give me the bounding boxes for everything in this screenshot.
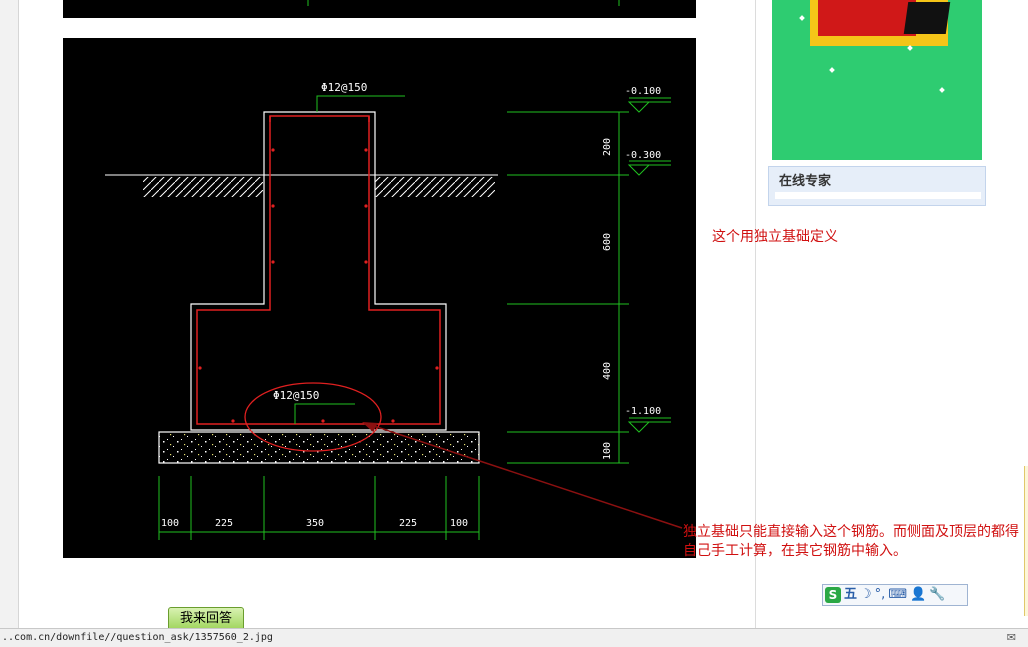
leader-top bbox=[316, 95, 405, 112]
ime-toolbar[interactable]: S 五 ☽ °, ⌨ 👤 🔧 bbox=[822, 584, 968, 606]
foundation-drawing: Φ12@150 Φ12@150 200 600 400 100 -0.100 -… bbox=[63, 38, 696, 558]
vertical-dim-extensions bbox=[507, 111, 629, 464]
right-edge-panel bbox=[1024, 466, 1028, 616]
concrete-outline bbox=[190, 111, 447, 431]
advertisement[interactable] bbox=[772, 0, 982, 160]
vertical-dim-1: 200 bbox=[602, 138, 613, 156]
horizontal-dim-4: 225 bbox=[399, 518, 417, 529]
status-bar: ..com.cn/downfile//question_ask/1357560_… bbox=[0, 628, 1028, 647]
soil-hatch-right bbox=[375, 177, 495, 197]
rebar-top-bar bbox=[269, 115, 370, 122]
expert-content bbox=[775, 192, 981, 199]
rebar-top-label: Φ12@150 bbox=[321, 81, 367, 94]
ad-book-cover bbox=[818, 0, 916, 36]
online-expert-panel: 在线专家 bbox=[768, 166, 986, 206]
sogou-logo-icon[interactable]: S bbox=[825, 587, 841, 603]
annotation-note-bottom: 独立基础只能直接输入这个钢筋。而侧面及顶层的都得自己手工计算，在其它钢筋中输入。 bbox=[683, 524, 1019, 559]
elevation-2: -0.300 bbox=[625, 150, 661, 161]
elevation-marker-2 bbox=[627, 160, 671, 176]
vertical-dim-2: 600 bbox=[602, 233, 613, 251]
leader-bottom bbox=[294, 403, 355, 424]
ad-sparkle bbox=[799, 15, 805, 21]
horizontal-dim-2: 225 bbox=[215, 518, 233, 529]
rebar-cage bbox=[196, 116, 441, 425]
left-page-strip bbox=[0, 0, 19, 628]
keyboard-icon[interactable]: ⌨ bbox=[888, 587, 907, 603]
soil-hatch-left bbox=[143, 177, 263, 197]
elevation-1: -0.100 bbox=[625, 86, 661, 97]
elevation-marker-3 bbox=[627, 417, 671, 433]
input-mode-toggle[interactable]: 五 bbox=[844, 587, 857, 603]
moon-icon[interactable]: ☽ bbox=[860, 587, 872, 603]
previous-image-bottom bbox=[63, 0, 696, 18]
annotation-note-top: 这个用独立基础定义 bbox=[712, 229, 838, 245]
ad-sparkle bbox=[829, 67, 835, 73]
status-url: ..com.cn/downfile//question_ask/1357560_… bbox=[2, 632, 273, 643]
ad-sparkle bbox=[939, 87, 945, 93]
foundation-svg: Φ12@150 Φ12@150 200 600 400 100 -0.100 -… bbox=[105, 81, 671, 540]
elevation-marker-1 bbox=[627, 97, 671, 113]
horizontal-dim-extensions bbox=[158, 476, 480, 540]
horizontal-dim-3: 350 bbox=[306, 518, 324, 529]
elevation-3: -1.100 bbox=[625, 406, 661, 417]
vertical-dim-4: 100 bbox=[602, 442, 613, 460]
rebar-bottom-label: Φ12@150 bbox=[273, 389, 319, 402]
expert-title: 在线专家 bbox=[779, 174, 832, 189]
ad-book-spine bbox=[903, 2, 951, 34]
ad-sparkle bbox=[907, 45, 913, 51]
horizontal-dim-1: 100 bbox=[161, 518, 179, 529]
vertical-dim-3: 400 bbox=[602, 362, 613, 380]
user-icon[interactable]: 👤 bbox=[910, 587, 926, 603]
status-icon[interactable]: ✉ bbox=[1007, 631, 1016, 644]
punctuation-icon[interactable]: °, bbox=[875, 587, 886, 603]
cushion-layer bbox=[158, 431, 480, 464]
horizontal-dim-5: 100 bbox=[450, 518, 468, 529]
wrench-icon[interactable]: 🔧 bbox=[929, 587, 945, 603]
